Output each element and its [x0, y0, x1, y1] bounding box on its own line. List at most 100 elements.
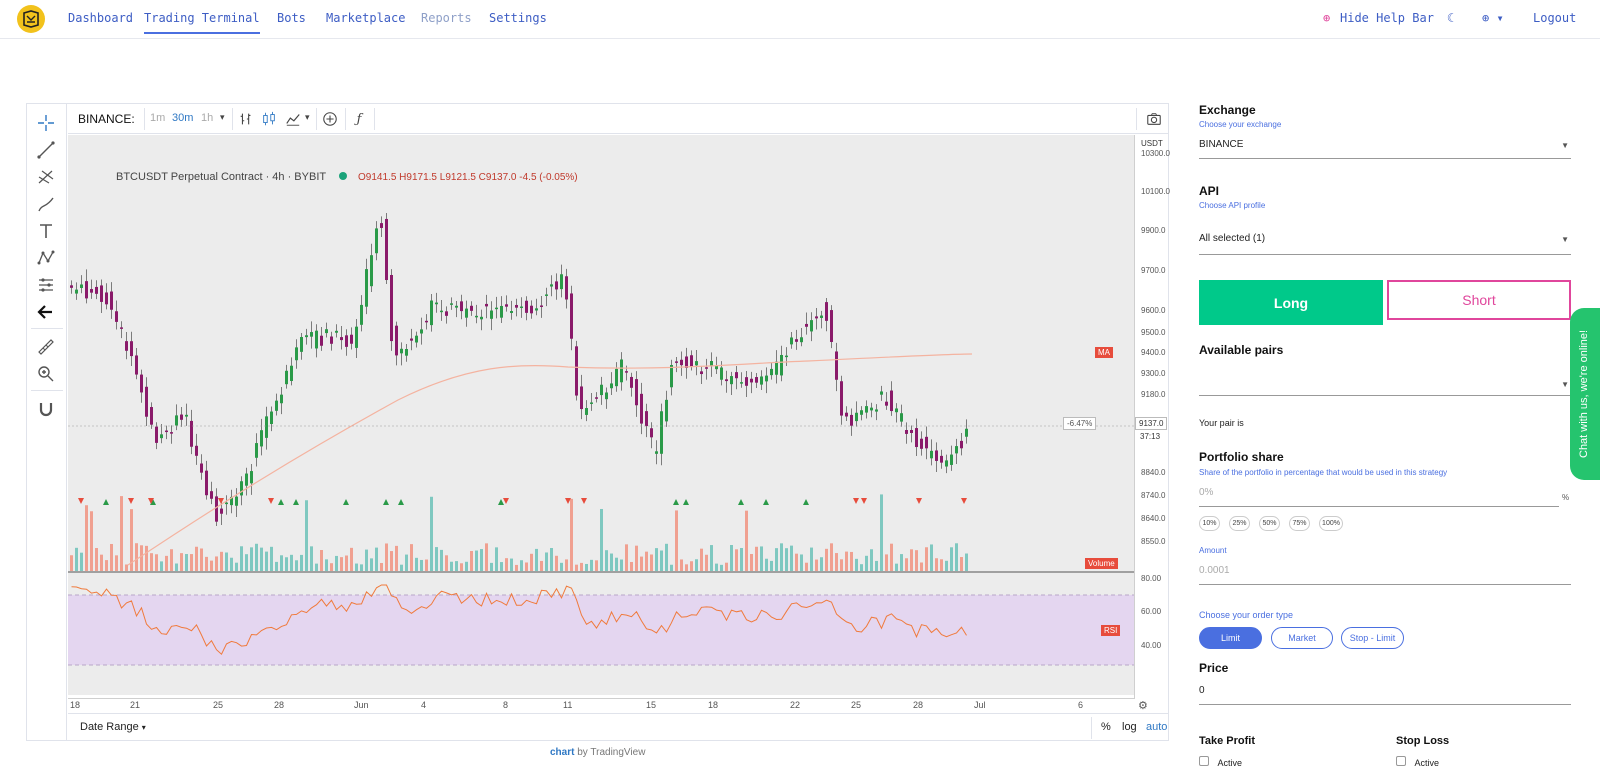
volume-bar	[330, 563, 333, 571]
log-scale-toggle[interactable]: log	[1122, 721, 1137, 733]
camera-icon[interactable]	[1145, 110, 1163, 128]
volume-bar	[750, 553, 753, 571]
share-chip-100[interactable]: 100%	[1319, 516, 1343, 531]
chart-plot-area[interactable]: BTCUSDT Perpetual Contract · 4h · BYBIT …	[68, 135, 1134, 695]
nav-reports[interactable]: Reports	[421, 11, 472, 25]
price-input[interactable]: 0	[1199, 685, 1571, 705]
ruler-icon[interactable]	[35, 336, 57, 358]
price-tick-label: 9700.0	[1141, 266, 1166, 275]
amount-input[interactable]: 0.0001	[1199, 565, 1571, 585]
candle-body	[765, 375, 768, 382]
api-select[interactable]: All selected (1) ▼	[1199, 233, 1571, 255]
chart-settings-icon[interactable]: ⚙	[1138, 699, 1148, 712]
candle-body	[435, 302, 438, 305]
compare-add-icon[interactable]	[321, 110, 339, 128]
interval-1m[interactable]: 1m	[150, 112, 165, 124]
candle-body	[205, 470, 208, 496]
volume-bar	[255, 543, 258, 571]
share-chip-75[interactable]: 75%	[1289, 516, 1310, 531]
volume-bar	[345, 555, 348, 571]
magnet-icon[interactable]	[35, 398, 57, 420]
volume-bar	[855, 558, 858, 571]
app-logo[interactable]	[17, 5, 45, 33]
take-profit-toggle[interactable]: Active	[1199, 756, 1242, 768]
dark-mode-icon[interactable]: ☾	[1447, 11, 1454, 25]
buy-signal-marker	[343, 499, 349, 505]
candle-body	[615, 368, 618, 387]
volume-bar	[720, 564, 723, 571]
back-arrow-icon[interactable]	[35, 301, 57, 323]
trend-line-icon[interactable]	[35, 139, 57, 161]
candle-body	[225, 502, 228, 505]
share-chip-10[interactable]: 10%	[1199, 516, 1220, 531]
credit-chart-link[interactable]: chart	[550, 747, 574, 758]
prediction-tool-icon[interactable]	[35, 274, 57, 296]
indicators-icon[interactable]	[284, 110, 302, 128]
tradingview-chart: BINANCE: 1m 30m 1h ▾ ▾ ƒ BTCUSDT Perpetu…	[26, 103, 1170, 741]
candle-body	[585, 408, 588, 415]
candle-body	[390, 274, 393, 342]
nav-settings[interactable]: Settings	[489, 11, 547, 25]
logout-button[interactable]: Logout	[1533, 11, 1576, 25]
volume-bar	[295, 560, 298, 571]
volume-bar	[630, 561, 633, 571]
volume-bar	[955, 543, 958, 571]
date-range-button[interactable]: Date Range ▾	[80, 721, 146, 733]
volume-bar	[240, 546, 243, 571]
symbol-search[interactable]: BINANCE:	[78, 112, 135, 126]
take-profit-checkbox[interactable]	[1199, 756, 1209, 766]
function-icon[interactable]: ƒ	[350, 110, 368, 128]
pair-select[interactable]: ▼	[1199, 370, 1571, 396]
chat-widget[interactable]: Chat with us, we're online!	[1570, 308, 1600, 480]
candle-body	[950, 454, 953, 465]
order-type-limit[interactable]: Limit	[1199, 627, 1262, 649]
candle-body	[290, 365, 293, 381]
interval-30m[interactable]: 30m	[172, 112, 193, 124]
stop-loss-checkbox[interactable]	[1396, 756, 1406, 766]
interval-1h[interactable]: 1h	[201, 112, 213, 124]
order-type-market[interactable]: Market	[1271, 627, 1333, 649]
candle-body	[315, 330, 318, 349]
language-globe-icon[interactable]: ⊕ ▾	[1482, 11, 1504, 25]
tradingview-credit[interactable]: chart by TradingView	[550, 747, 645, 758]
bar-chart-type-icon[interactable]	[237, 110, 255, 128]
toolbar-divider	[1136, 108, 1137, 130]
pitchfork-icon[interactable]	[35, 166, 57, 188]
exchange-select[interactable]: BINANCE ▼	[1199, 139, 1571, 159]
candle-body	[295, 347, 298, 361]
auto-scale-toggle[interactable]: auto	[1146, 721, 1167, 733]
percent-scale-toggle[interactable]: %	[1101, 721, 1111, 733]
hide-help-bar-button[interactable]: Hide Help Bar	[1340, 11, 1434, 25]
candle-body	[675, 361, 678, 363]
legend-symbol-title: BTCUSDT Perpetual Contract · 4h · BYBIT	[116, 171, 326, 183]
brush-icon[interactable]	[35, 193, 57, 215]
price-axis[interactable]: USDT 10300.0 10100.0 9900.0 9700.0 9600.0 950…	[1063, 135, 1170, 699]
volume-bar	[900, 554, 903, 571]
pattern-icon[interactable]	[35, 247, 57, 269]
share-chip-50[interactable]: 50%	[1259, 516, 1280, 531]
volume-bar	[795, 553, 798, 571]
nav-trading-terminal[interactable]: Trading Terminal	[144, 11, 260, 34]
candle-chart-type-icon[interactable]	[260, 110, 278, 128]
zoom-in-icon[interactable]	[35, 363, 57, 385]
interval-dropdown-icon[interactable]: ▾	[220, 112, 225, 123]
nav-dashboard[interactable]: Dashboard	[68, 11, 133, 25]
share-chip-25[interactable]: 25%	[1229, 516, 1250, 531]
long-button[interactable]: Long	[1199, 280, 1383, 325]
time-axis[interactable]: 18 21 25 28 Jun 4 8 11 15 18 22 25 28 Jul 6 ⚙	[68, 698, 1148, 712]
nav-marketplace[interactable]: Marketplace	[326, 11, 405, 25]
take-profit-title: Take Profit	[1199, 735, 1256, 747]
volume-bar	[615, 557, 618, 571]
stop-loss-toggle[interactable]: Active	[1396, 756, 1439, 768]
text-tool-icon[interactable]	[35, 220, 57, 242]
crosshair-icon[interactable]	[35, 112, 57, 134]
nav-bots[interactable]: Bots	[277, 11, 306, 25]
volume-bar	[910, 549, 913, 571]
volume-bar	[520, 560, 523, 571]
short-button[interactable]: Short	[1387, 280, 1571, 320]
portfolio-share-input[interactable]: 0%	[1199, 487, 1559, 507]
chart-type-dropdown-icon[interactable]: ▾	[305, 112, 310, 123]
candle-body	[190, 420, 193, 447]
order-type-stop-limit[interactable]: Stop - Limit	[1341, 627, 1404, 649]
candle-body	[360, 304, 363, 325]
